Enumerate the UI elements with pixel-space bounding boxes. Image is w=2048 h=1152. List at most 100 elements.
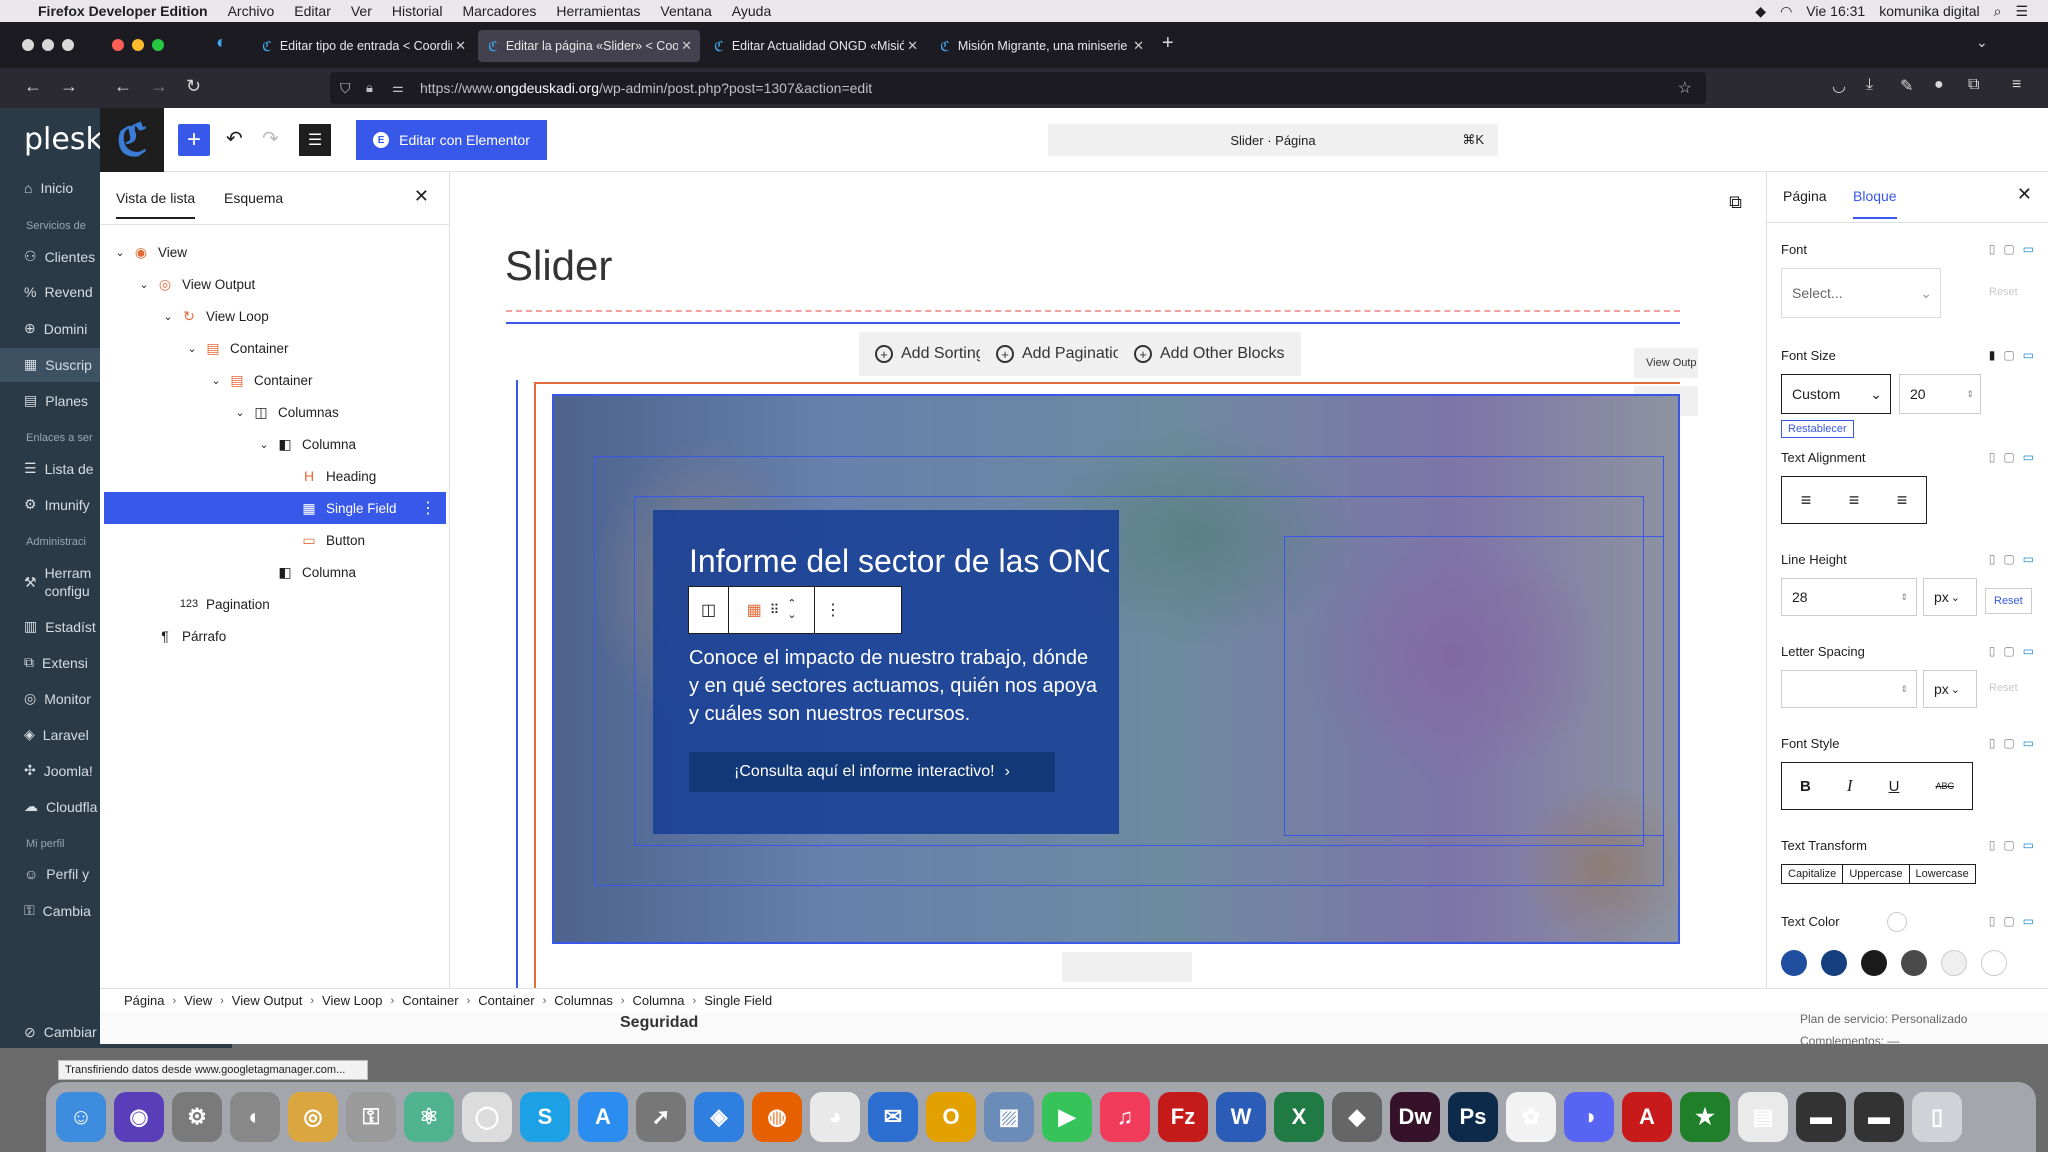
shield-icon[interactable]: ⛉ (340, 80, 351, 97)
tree-item[interactable]: ◧ Columna (104, 556, 446, 588)
plesk-nav-item[interactable]: ⧉ Extensi (24, 654, 88, 671)
chevron-down-icon[interactable]: ⌄ (232, 406, 248, 419)
redo-icon[interactable]: ↷ (262, 126, 279, 151)
tree-item[interactable]: ▦ Single Field ⋮ (104, 492, 446, 524)
menu-ayuda[interactable]: Ayuda (732, 3, 771, 19)
tree-item[interactable]: ⌄ ◧ Columna (104, 428, 446, 460)
tree-item[interactable]: ⌄ ▤ Container (104, 364, 446, 396)
sidebar-forward-icon[interactable]: → (60, 76, 78, 97)
menu-marcadores[interactable]: Marcadores (462, 3, 536, 19)
tab-page[interactable]: Página (1783, 188, 1827, 204)
user-name[interactable]: komunika digital (1879, 3, 1979, 19)
mobile-icon[interactable]: ▯ (1989, 914, 1996, 928)
restablecer-button[interactable]: Restablecer (1781, 420, 1854, 438)
opera-icon[interactable]: O (926, 1092, 976, 1142)
tree-item[interactable]: ⌄ ↻ View Loop (104, 300, 446, 332)
mobile-icon[interactable]: ▯ (1989, 450, 1996, 464)
music-icon[interactable]: ♫ (1100, 1092, 1150, 1142)
tree-item[interactable]: H Heading (104, 460, 446, 492)
plesk-nav-item[interactable]: ▥ Estadíst (24, 618, 96, 635)
edit-with-elementor-button[interactable]: E Editar con Elementor (356, 120, 547, 160)
close-tab-icon[interactable]: ✕ (907, 38, 918, 54)
close-icon[interactable]: ✕ (414, 186, 429, 207)
plesk-nav-item[interactable]: ⚙ Imunify (24, 496, 90, 513)
zoom-window-icon[interactable] (152, 39, 164, 51)
tablet-icon[interactable]: ▢ (2003, 644, 2014, 658)
tablet-icon[interactable]: ▢ (2003, 736, 2014, 750)
options-icon[interactable]: ⋮ (420, 498, 436, 518)
sequel-icon[interactable]: ◎ (288, 1092, 338, 1142)
tree-item[interactable]: 123 Pagination (104, 588, 446, 620)
filezilla-icon[interactable]: Fz (1158, 1092, 1208, 1142)
system-preferences-icon[interactable]: ⚙ (172, 1092, 222, 1142)
tablet-icon[interactable]: ▢ (2003, 242, 2014, 256)
desktop-icon[interactable]: ▭ (2023, 644, 2034, 658)
block-inserter-button[interactable]: + (178, 124, 210, 156)
parent-block-icon[interactable]: ◫ (689, 587, 729, 633)
skype-icon[interactable]: S (520, 1092, 570, 1142)
mobile-icon[interactable]: ▮ (1989, 348, 1996, 362)
underline-icon[interactable]: U (1889, 778, 1900, 795)
strikethrough-icon[interactable]: ABC (1935, 781, 1954, 791)
tablet-icon[interactable]: ▢ (2003, 838, 2014, 852)
app-store-icon[interactable]: A (578, 1092, 628, 1142)
menu-archivo[interactable]: Archivo (228, 3, 275, 19)
close-window-icon[interactable] (112, 39, 124, 51)
stepper-icon[interactable]: ⇕ (1900, 684, 1908, 695)
new-tab-icon[interactable]: + (1162, 32, 1174, 55)
extensions-icon[interactable]: ⧉ (1968, 76, 1979, 94)
plesk-nav-item[interactable]: ⌂ Inicio (24, 180, 73, 196)
line-height-input[interactable]: 28 ⇕ (1781, 578, 1917, 616)
desktop-icon[interactable]: ▭ (2023, 450, 2034, 464)
font-select[interactable]: Select... ⌄ (1781, 268, 1941, 318)
tree-item[interactable]: ¶ Párrafo (104, 620, 446, 652)
desktop-icon[interactable]: ▭ (2023, 242, 2034, 256)
back-icon[interactable]: ← (114, 76, 132, 97)
tree-item[interactable]: ⌄ ◎ View Output (104, 268, 446, 300)
facetime-icon[interactable]: ▶ (1042, 1092, 1092, 1142)
letter-spacing-input[interactable]: ⇕ (1781, 670, 1917, 708)
chevron-down-icon[interactable]: ⌄ (208, 374, 224, 387)
wifi-icon[interactable]: ◠ (1780, 3, 1792, 20)
move-up-down-icon[interactable]: ⌃ ⌄ (787, 599, 796, 621)
plesk-nav-item[interactable]: ⊕ Domini (24, 320, 87, 337)
plesk-nav-item[interactable]: ⚇ Clientes (24, 248, 95, 265)
chrome-icon[interactable]: ◕ (810, 1092, 860, 1142)
tab-editar-actualidad[interactable]: ℭ Editar Actualidad ONGD «Misión ✕ (704, 30, 926, 62)
plesk-nav-item[interactable]: ✣ Joomla! (24, 762, 93, 779)
breadcrumb-item[interactable]: Columnas (554, 993, 613, 1008)
tab-editar-tipo[interactable]: ℭ Editar tipo de entrada < Coordin ✕ (252, 30, 474, 62)
reload-icon[interactable]: ↻ (186, 76, 201, 97)
capitalize-button[interactable]: Capitalize (1781, 864, 1844, 884)
mobile-icon[interactable]: ▯ (1989, 736, 1996, 750)
card-button[interactable]: ¡Consulta aquí el informe interactivo! › (689, 752, 1055, 792)
italic-icon[interactable]: I (1847, 776, 1853, 796)
dreamweaver-icon[interactable]: Dw (1390, 1092, 1440, 1142)
finder-icon[interactable]: ☺ (56, 1092, 106, 1142)
menu-ver[interactable]: Ver (351, 3, 372, 19)
tab-outline[interactable]: Esquema (224, 190, 283, 206)
chevron-down-icon[interactable]: ⌄ (256, 438, 272, 451)
external-link-icon[interactable]: ⧉ (1729, 192, 1742, 213)
menu-herramientas[interactable]: Herramientas (556, 3, 640, 19)
lock-icon[interactable]: 🔒︎ (366, 80, 373, 96)
letter-spacing-unit-select[interactable]: px ⌄ (1923, 670, 1977, 708)
color-swatch[interactable] (1781, 950, 1807, 976)
breadcrumb-item[interactable]: View Loop (322, 993, 382, 1008)
tablet-icon[interactable]: ▢ (2003, 450, 2014, 464)
hero-slide[interactable]: Informe del sector de las ONGD Conoce el… (552, 394, 1680, 944)
close-tab-icon[interactable]: ✕ (1133, 38, 1144, 54)
add-other-blocks-button[interactable]: + Add Other Blocks (1118, 332, 1301, 376)
breadcrumb-item[interactable]: Container (478, 993, 534, 1008)
screen-icon[interactable]: ▬ (1796, 1092, 1846, 1142)
desktop-icon[interactable]: ▭ (2023, 838, 2034, 852)
forward-icon[interactable]: → (150, 76, 168, 97)
plesk-nav-item[interactable]: ☰ Lista de (24, 460, 94, 477)
menu-ventana[interactable]: Ventana (660, 3, 711, 19)
breadcrumb-item[interactable]: Container (402, 993, 458, 1008)
plesk-nav-item[interactable]: ☺ Perfil y (24, 866, 89, 882)
remote-icon[interactable]: ◯ (462, 1092, 512, 1142)
tree-item[interactable]: ▭ Button (104, 524, 446, 556)
font-reset[interactable]: Reset (1989, 286, 2018, 298)
siri-icon[interactable]: ◉ (114, 1092, 164, 1142)
